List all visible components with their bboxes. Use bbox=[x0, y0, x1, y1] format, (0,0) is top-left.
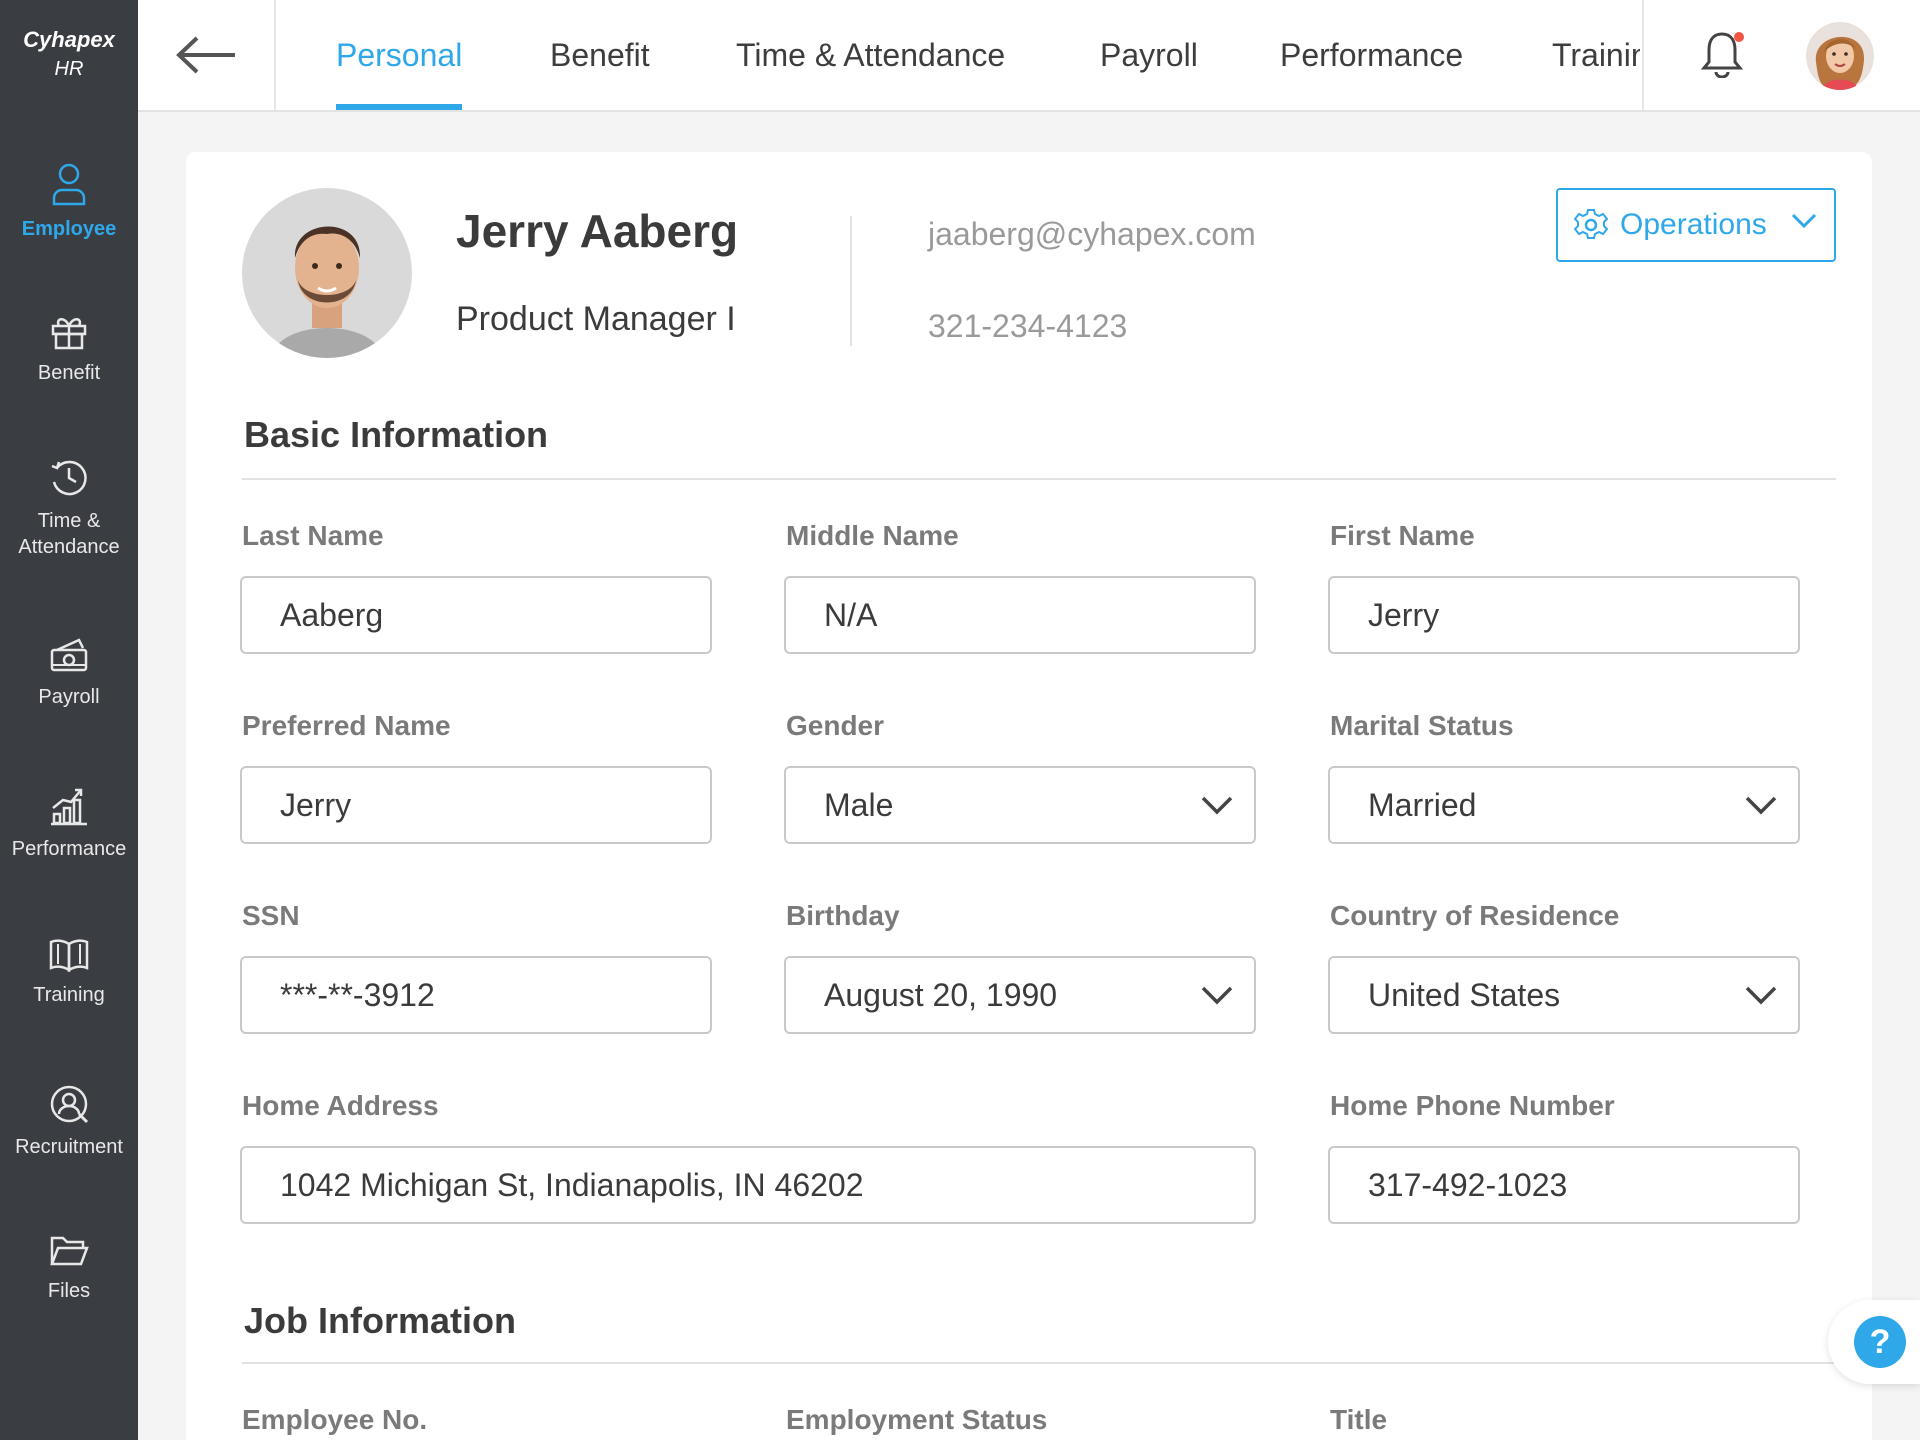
tab-time-attendance[interactable]: Time & Attendance bbox=[736, 0, 1005, 110]
employee-email[interactable]: jaaberg@cyhapex.com bbox=[928, 216, 1256, 253]
title-label: Title bbox=[1330, 1404, 1388, 1435]
birthday-select[interactable]: August 20, 1990 bbox=[784, 956, 1256, 1034]
person-icon bbox=[52, 163, 86, 206]
help-icon: ? bbox=[1854, 1316, 1906, 1368]
sidebar-item-label: Recruitment bbox=[15, 1136, 123, 1158]
country-select[interactable]: United States bbox=[1328, 956, 1800, 1034]
sidebar-item-label: Benefit bbox=[37, 362, 101, 384]
employee-photo bbox=[242, 188, 412, 358]
middle-name-label: Middle Name bbox=[786, 520, 959, 551]
chevron-down-icon bbox=[1791, 213, 1817, 229]
sidebar-item-label: Training bbox=[33, 984, 105, 1006]
employee-profile-card: Jerry Aaberg Product Manager I jaaberg@c… bbox=[186, 152, 1872, 1440]
birthday-value: August 20, 1990 bbox=[824, 977, 1058, 1013]
search-person-icon bbox=[50, 1085, 89, 1124]
gender-label: Gender bbox=[786, 710, 885, 741]
first-name-label: First Name bbox=[1330, 520, 1475, 551]
help-button[interactable]: ? bbox=[1828, 1300, 1920, 1384]
brand-logo: Cyhapex HR bbox=[0, 26, 138, 84]
section-divider bbox=[242, 478, 1836, 480]
section-title-job-information: Job Information bbox=[244, 1300, 516, 1341]
sidebar-item-files[interactable]: Files bbox=[0, 1234, 138, 1304]
sidebar-item-label-line2: Attendance bbox=[18, 536, 120, 558]
sidebar-item-employee[interactable]: Employee bbox=[0, 162, 138, 242]
arrow-left-icon bbox=[176, 36, 235, 74]
sidebar-item-label: Performance bbox=[11, 838, 127, 860]
chevron-down-icon bbox=[1745, 796, 1777, 815]
employee-phone[interactable]: 321-234-4123 bbox=[928, 308, 1127, 345]
sidebar-item-benefit[interactable]: Benefit bbox=[0, 312, 138, 386]
section-title-basic-information: Basic Information bbox=[244, 414, 549, 455]
chevron-down-icon bbox=[1201, 986, 1233, 1005]
home-phone-label: Home Phone Number bbox=[1330, 1090, 1615, 1121]
operations-dropdown-button[interactable]: Operations bbox=[1556, 188, 1836, 262]
chevron-down-icon bbox=[1201, 796, 1233, 815]
sidebar-item-label: Employee bbox=[21, 218, 117, 240]
ssn-label: SSN bbox=[242, 900, 300, 931]
first-name-field[interactable]: Jerry bbox=[1328, 576, 1800, 654]
sidebar-item-recruitment[interactable]: Recruitment bbox=[0, 1084, 138, 1160]
employee-job-title: Product Manager I bbox=[456, 300, 736, 338]
marital-status-label: Marital Status bbox=[1330, 710, 1514, 741]
sidebar-item-time-attendance[interactable]: Time & Attendance bbox=[0, 458, 138, 560]
sidebar-item-performance[interactable]: Performance bbox=[0, 786, 138, 862]
user-avatar[interactable] bbox=[1806, 22, 1874, 90]
employee-no-label: Employee No. bbox=[242, 1404, 428, 1435]
last-name-label: Last Name bbox=[242, 520, 384, 551]
back-button[interactable] bbox=[138, 0, 276, 110]
sidebar-item-label: Payroll bbox=[38, 686, 100, 708]
employee-name: Jerry Aaberg bbox=[456, 205, 739, 257]
operations-label: Operations bbox=[1620, 208, 1767, 241]
sidebar-item-payroll[interactable]: Payroll bbox=[0, 636, 138, 710]
money-icon bbox=[50, 638, 88, 672]
notifications-button[interactable] bbox=[1700, 30, 1750, 82]
tab-performance[interactable]: Performance bbox=[1280, 0, 1463, 110]
profile-divider bbox=[850, 216, 852, 346]
tab-personal[interactable]: Personal bbox=[336, 0, 463, 110]
folder-icon bbox=[50, 1236, 89, 1266]
gender-value: Male bbox=[824, 787, 894, 823]
last-name-field[interactable]: Aaberg bbox=[240, 576, 712, 654]
brand-suffix: HR bbox=[54, 58, 84, 80]
ssn-field[interactable]: ***-**-3912 bbox=[240, 956, 712, 1034]
book-icon bbox=[49, 939, 89, 972]
tab-benefit[interactable]: Benefit bbox=[550, 0, 650, 110]
top-navigation: Personal Benefit Time & Attendance Payro… bbox=[138, 0, 1920, 112]
home-address-field[interactable]: 1042 Michigan St, Indianapolis, IN 46202 bbox=[240, 1146, 1256, 1224]
sidebar: Cyhapex HR Employee Benefit Time & Atten… bbox=[0, 0, 138, 1440]
gear-icon bbox=[1574, 209, 1608, 239]
marital-status-value: Married bbox=[1368, 787, 1477, 823]
sidebar-item-label: Time & bbox=[37, 510, 101, 532]
preferred-name-label: Preferred Name bbox=[242, 710, 451, 741]
preferred-name-field[interactable]: Jerry bbox=[240, 766, 712, 844]
country-value: United States bbox=[1368, 977, 1561, 1013]
tab-overflow-clip: Training bbox=[1552, 0, 1640, 110]
home-address-label: Home Address bbox=[242, 1090, 439, 1121]
sidebar-item-label: Files bbox=[47, 1280, 91, 1302]
section-divider bbox=[242, 1362, 1836, 1364]
chevron-down-icon bbox=[1745, 986, 1777, 1005]
marital-status-select[interactable]: Married bbox=[1328, 766, 1800, 844]
middle-name-field[interactable]: N/A bbox=[784, 576, 1256, 654]
brand-name: Cyhapex bbox=[23, 27, 115, 52]
bar-chart-icon bbox=[51, 788, 87, 826]
sidebar-item-training[interactable]: Training bbox=[0, 938, 138, 1008]
tab-payroll[interactable]: Payroll bbox=[1100, 0, 1198, 110]
user-avatar-image bbox=[1806, 22, 1874, 90]
gift-icon bbox=[51, 318, 87, 350]
tab-training[interactable]: Training bbox=[1552, 0, 1640, 110]
employee-photo-image bbox=[242, 188, 412, 358]
gender-select[interactable]: Male bbox=[784, 766, 1256, 844]
notification-badge bbox=[1734, 32, 1744, 42]
country-label: Country of Residence bbox=[1330, 900, 1620, 931]
clock-icon bbox=[51, 460, 87, 496]
birthday-label: Birthday bbox=[786, 900, 900, 931]
employment-status-label: Employment Status bbox=[786, 1404, 1048, 1435]
home-phone-field[interactable]: 317-492-1023 bbox=[1328, 1146, 1800, 1224]
topbar-divider bbox=[1642, 0, 1644, 110]
